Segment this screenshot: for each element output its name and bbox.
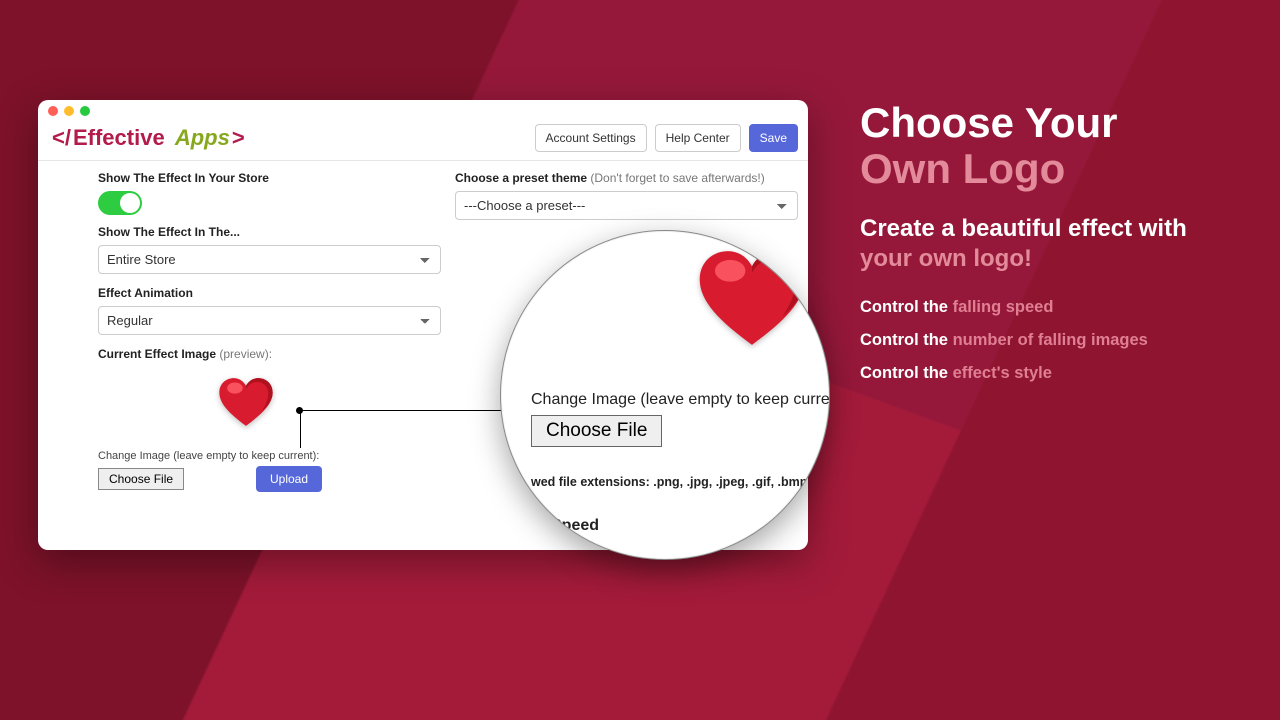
mag-change-image-label: Change Image (leave empty to keep curren…: [531, 391, 799, 409]
promo-bullet: Control the falling speed: [860, 298, 1240, 317]
current-image-label: Current Effect Image (preview):: [98, 347, 441, 361]
code-bracket-icon: >: [232, 125, 245, 151]
preset-theme-label: Choose a preset theme (Don't forget to s…: [455, 171, 798, 185]
preset-theme-select[interactable]: ---Choose a preset---: [455, 191, 798, 220]
heart-icon: [697, 249, 807, 347]
brand-logo: </ Effective Apps >: [52, 125, 245, 151]
promo-bullet: Control the number of falling images: [860, 331, 1240, 350]
account-settings-button[interactable]: Account Settings: [535, 124, 647, 152]
help-center-button[interactable]: Help Center: [655, 124, 741, 152]
current-image-preview: [98, 367, 441, 442]
show-effect-toggle[interactable]: [98, 191, 142, 215]
window-titlebar: [38, 100, 808, 122]
settings-left-column: Show The Effect In Your Store Show The E…: [48, 169, 441, 492]
show-effect-store-label: Show The Effect In Your Store: [98, 171, 441, 185]
effect-animation-select[interactable]: Regular: [98, 306, 441, 335]
choose-file-button[interactable]: Choose File: [98, 468, 184, 490]
effect-animation-label: Effect Animation: [98, 286, 441, 300]
show-effect-in-label: Show The Effect In The...: [98, 225, 441, 239]
mag-speed-label: Speed: [551, 517, 799, 535]
brand-name-right: Apps: [175, 125, 230, 151]
window-minimize-icon[interactable]: [64, 106, 74, 116]
change-image-label: Change Image (leave empty to keep curren…: [98, 450, 441, 462]
heart-icon: [218, 377, 274, 427]
choose-file-input[interactable]: Choose File: [98, 468, 248, 490]
window-close-icon[interactable]: [48, 106, 58, 116]
upload-button[interactable]: Upload: [256, 466, 322, 492]
callout-line: [300, 410, 301, 448]
save-button[interactable]: Save: [749, 124, 798, 152]
promo-panel: Choose Your Own Logo Create a beautiful …: [860, 100, 1240, 397]
app-header: </ Effective Apps > Account Settings Hel…: [38, 122, 808, 161]
mag-allowed-extensions: wed file extensions: .png, .jpg, .jpeg, …: [531, 475, 799, 489]
brand-name-left: Effective: [73, 125, 165, 151]
promo-bullets: Control the falling speed Control the nu…: [860, 298, 1240, 383]
show-effect-in-select[interactable]: Entire Store: [98, 245, 441, 274]
mag-choose-file-button[interactable]: Choose File: [531, 415, 662, 447]
promo-subheading: Create a beautiful effect with your own …: [860, 214, 1240, 274]
magnifier-callout: Change Image (leave empty to keep curren…: [500, 230, 830, 560]
promo-heading: Choose Your Own Logo: [860, 100, 1240, 192]
toggle-knob-icon: [120, 193, 140, 213]
promo-bullet: Control the effect's style: [860, 364, 1240, 383]
code-bracket-icon: </: [52, 125, 71, 151]
window-zoom-icon[interactable]: [80, 106, 90, 116]
callout-line: [300, 410, 520, 411]
